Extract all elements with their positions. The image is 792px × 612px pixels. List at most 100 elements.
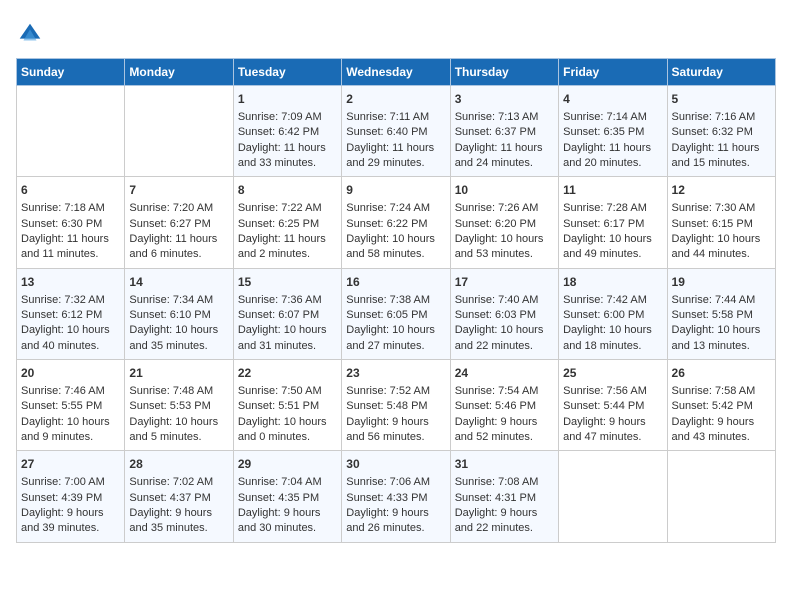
sunrise-text: Sunrise: 7:04 AM xyxy=(238,476,322,488)
daylight-text: Daylight: 11 hours and 33 minutes. xyxy=(238,142,326,169)
calendar-cell: 19Sunrise: 7:44 AMSunset: 5:58 PMDayligh… xyxy=(667,268,775,359)
header-saturday: Saturday xyxy=(667,59,775,86)
sunset-text: Sunset: 4:35 PM xyxy=(238,492,319,504)
sunrise-text: Sunrise: 7:13 AM xyxy=(455,111,539,123)
daylight-text: Daylight: 10 hours and 13 minutes. xyxy=(672,324,761,351)
calendar-cell xyxy=(17,86,125,177)
header-tuesday: Tuesday xyxy=(233,59,341,86)
calendar-cell: 30Sunrise: 7:06 AMSunset: 4:33 PMDayligh… xyxy=(342,451,450,542)
daylight-text: Daylight: 11 hours and 2 minutes. xyxy=(238,233,326,260)
sunrise-text: Sunrise: 7:52 AM xyxy=(346,385,430,397)
daylight-text: Daylight: 10 hours and 40 minutes. xyxy=(21,324,110,351)
sunset-text: Sunset: 6:42 PM xyxy=(238,126,319,138)
calendar-cell: 29Sunrise: 7:04 AMSunset: 4:35 PMDayligh… xyxy=(233,451,341,542)
calendar-cell: 24Sunrise: 7:54 AMSunset: 5:46 PMDayligh… xyxy=(450,360,558,451)
calendar-cell: 13 Sunrise: 7:32 AM Sunset: 6:12 PM Dayligh… xyxy=(17,268,125,359)
calendar-cell: 1 Sunrise: 7:09 AM Sunset: 6:42 PM Daylight… xyxy=(233,86,341,177)
header-friday: Friday xyxy=(559,59,667,86)
day-number: 13 xyxy=(21,274,120,291)
header-thursday: Thursday xyxy=(450,59,558,86)
day-number: 28 xyxy=(129,456,228,473)
sunrise-text: Sunrise: 7:00 AM xyxy=(21,476,105,488)
daylight-text: Daylight: 11 hours and 20 minutes. xyxy=(563,142,651,169)
sunrise-text: Sunrise: 7:46 AM xyxy=(21,385,105,397)
day-number: 15 xyxy=(238,274,337,291)
day-number: 22 xyxy=(238,365,337,382)
calendar-cell: 31Sunrise: 7:08 AMSunset: 4:31 PMDayligh… xyxy=(450,451,558,542)
sunrise-text: Sunrise: 7:14 AM xyxy=(563,111,647,123)
day-number: 23 xyxy=(346,365,445,382)
daylight-text: Daylight: 10 hours and 22 minutes. xyxy=(455,324,544,351)
daylight-text: Daylight: 10 hours and 0 minutes. xyxy=(238,416,327,443)
day-number: 20 xyxy=(21,365,120,382)
calendar-week-3: 13 Sunrise: 7:32 AM Sunset: 6:12 PM Dayligh… xyxy=(17,268,776,359)
sunrise-text: Sunrise: 7:09 AM xyxy=(238,111,322,123)
sunrise-text: Sunrise: 7:36 AM xyxy=(238,294,322,306)
header-wednesday: Wednesday xyxy=(342,59,450,86)
daylight-text: Daylight: 11 hours and 11 minutes. xyxy=(21,233,109,260)
sunset-text: Sunset: 5:58 PM xyxy=(672,309,753,321)
sunset-text: Sunset: 5:46 PM xyxy=(455,400,536,412)
sunrise-text: Sunrise: 7:40 AM xyxy=(455,294,539,306)
sunrise-text: Sunrise: 7:20 AM xyxy=(129,202,213,214)
calendar-cell: 21Sunrise: 7:48 AMSunset: 5:53 PMDayligh… xyxy=(125,360,233,451)
daylight-text: Daylight: 10 hours and 49 minutes. xyxy=(563,233,652,260)
header-sunday: Sunday xyxy=(17,59,125,86)
calendar-cell xyxy=(667,451,775,542)
day-number: 4 xyxy=(563,91,662,108)
day-number: 11 xyxy=(563,182,662,199)
calendar-cell: 25Sunrise: 7:56 AMSunset: 5:44 PMDayligh… xyxy=(559,360,667,451)
sunrise-text: Sunrise: 7:38 AM xyxy=(346,294,430,306)
sunset-text: Sunset: 6:07 PM xyxy=(238,309,319,321)
sunset-text: Sunset: 5:48 PM xyxy=(346,400,427,412)
sunset-text: Sunset: 6:22 PM xyxy=(346,218,427,230)
calendar-week-2: 6Sunrise: 7:18 AMSunset: 6:30 PMDaylight… xyxy=(17,177,776,268)
daylight-text: Daylight: 11 hours and 6 minutes. xyxy=(129,233,217,260)
sunset-text: Sunset: 6:37 PM xyxy=(455,126,536,138)
day-number: 5 xyxy=(672,91,771,108)
calendar-table: SundayMondayTuesdayWednesdayThursdayFrid… xyxy=(16,58,776,543)
calendar-cell: 26Sunrise: 7:58 AMSunset: 5:42 PMDayligh… xyxy=(667,360,775,451)
day-number: 21 xyxy=(129,365,228,382)
day-number: 8 xyxy=(238,182,337,199)
sunset-text: Sunset: 6:00 PM xyxy=(563,309,644,321)
daylight-text: Daylight: 9 hours and 22 minutes. xyxy=(455,507,538,534)
daylight-text: Daylight: 10 hours and 58 minutes. xyxy=(346,233,435,260)
sunrise-text: Sunrise: 7:18 AM xyxy=(21,202,105,214)
day-number: 14 xyxy=(129,274,228,291)
sunset-text: Sunset: 5:51 PM xyxy=(238,400,319,412)
day-number: 16 xyxy=(346,274,445,291)
sunrise-text: Sunrise: 7:34 AM xyxy=(129,294,213,306)
sunset-text: Sunset: 5:55 PM xyxy=(21,400,102,412)
daylight-text: Daylight: 9 hours and 26 minutes. xyxy=(346,507,429,534)
sunset-text: Sunset: 5:53 PM xyxy=(129,400,210,412)
calendar-cell: 3Sunrise: 7:13 AMSunset: 6:37 PMDaylight… xyxy=(450,86,558,177)
calendar-cell xyxy=(559,451,667,542)
day-number: 2 xyxy=(346,91,445,108)
calendar-week-1: 1 Sunrise: 7:09 AM Sunset: 6:42 PM Daylight… xyxy=(17,86,776,177)
day-number: 27 xyxy=(21,456,120,473)
sunset-text: Sunset: 6:12 PM xyxy=(21,309,102,321)
day-number: 12 xyxy=(672,182,771,199)
sunset-text: Sunset: 6:25 PM xyxy=(238,218,319,230)
daylight-text: Daylight: 10 hours and 31 minutes. xyxy=(238,324,327,351)
sunset-text: Sunset: 4:33 PM xyxy=(346,492,427,504)
calendar-week-5: 27Sunrise: 7:00 AMSunset: 4:39 PMDayligh… xyxy=(17,451,776,542)
sunrise-text: Sunrise: 7:50 AM xyxy=(238,385,322,397)
sunset-text: Sunset: 5:42 PM xyxy=(672,400,753,412)
calendar-cell: 15 Sunrise: 7:36 AM Sunset: 6:07 PM Dayligh… xyxy=(233,268,341,359)
sunset-text: Sunset: 6:20 PM xyxy=(455,218,536,230)
day-number: 25 xyxy=(563,365,662,382)
daylight-text: Daylight: 9 hours and 39 minutes. xyxy=(21,507,104,534)
sunrise-text: Sunrise: 7:26 AM xyxy=(455,202,539,214)
header-monday: Monday xyxy=(125,59,233,86)
sunrise-text: Sunrise: 7:32 AM xyxy=(21,294,105,306)
calendar-cell: 9Sunrise: 7:24 AMSunset: 6:22 PMDaylight… xyxy=(342,177,450,268)
day-number: 1 xyxy=(238,91,337,108)
sunrise-text: Sunrise: 7:56 AM xyxy=(563,385,647,397)
daylight-text: Daylight: 11 hours and 24 minutes. xyxy=(455,142,543,169)
day-number: 17 xyxy=(455,274,554,291)
day-number: 9 xyxy=(346,182,445,199)
sunset-text: Sunset: 6:03 PM xyxy=(455,309,536,321)
sunrise-text: Sunrise: 7:22 AM xyxy=(238,202,322,214)
